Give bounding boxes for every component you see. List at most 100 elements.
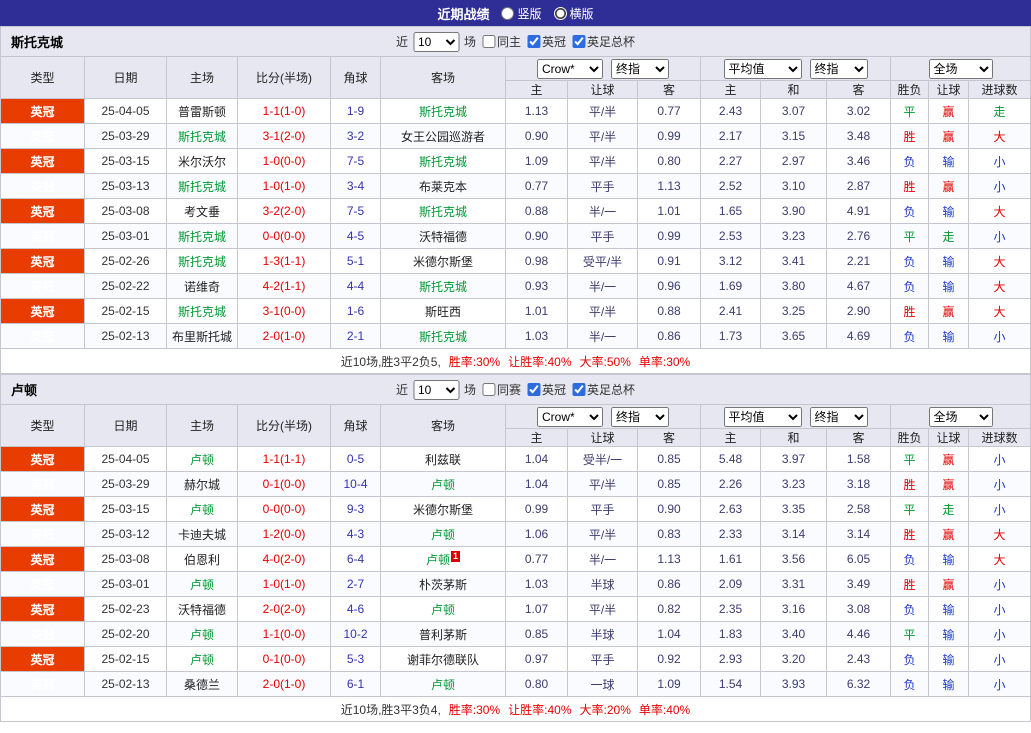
result-winloss: 平 — [890, 621, 929, 647]
championship-checkbox[interactable] — [527, 35, 541, 48]
filter-championship[interactable]: 英冠 — [523, 33, 566, 50]
odds-company-select[interactable]: Crow* — [537, 58, 603, 79]
avg-away-odds: 3.46 — [826, 148, 891, 174]
avg-time-select[interactable]: 终指 — [809, 406, 868, 427]
table-row: 英冠 25-03-12 卡迪夫城 1-2(0-0) 4-3 卢顿 1.06 平/… — [0, 521, 1031, 547]
fulltime-select[interactable]: 全场 — [928, 58, 993, 79]
section-header: 卢顿 近 10 场 同赛 英冠 英足总杯 — [0, 374, 1031, 404]
table-row: 英冠 25-02-26 斯托克城 1-3(1-1) 5-1 米德尔斯堡 0.98… — [0, 248, 1031, 274]
result-goals: 大 — [968, 273, 1031, 299]
handicap-time-select[interactable]: 终指 — [611, 406, 669, 427]
result-winloss: 平 — [890, 446, 929, 472]
handicap-line: 半球 — [567, 621, 638, 647]
col-avg-draw: 和 — [760, 80, 827, 99]
same-checkbox[interactable] — [481, 383, 495, 396]
summary-record: 近10场,胜3平3负4, — [340, 702, 441, 717]
fulltime-select[interactable]: 全场 — [928, 406, 993, 427]
col-home: 主场 — [166, 404, 238, 447]
result-goals: 小 — [968, 671, 1031, 697]
away-team: 米德尔斯堡 — [380, 248, 506, 274]
col-handicap-home: 主 — [505, 80, 568, 99]
avg-time-select[interactable]: 终指 — [809, 58, 868, 79]
avg-home-odds: 1.61 — [700, 546, 761, 572]
handicap-away-odds: 1.09 — [637, 671, 701, 697]
result-goals: 大 — [968, 298, 1031, 324]
filter-same[interactable]: 同主 — [478, 33, 521, 50]
layout-horizontal-option[interactable]: 横版 — [553, 5, 594, 22]
avg-away-odds: 4.67 — [826, 273, 891, 299]
corners: 4-5 — [330, 223, 381, 249]
result-handicap: 赢 — [928, 173, 969, 199]
league-badge: 英冠 — [0, 596, 85, 622]
summary-win-rate: 胜率:30% — [448, 702, 501, 717]
same-checkbox[interactable] — [481, 35, 495, 48]
avg-draw-odds: 3.23 — [760, 471, 827, 497]
away-team: 谢菲尔德联队 — [380, 646, 506, 672]
layout-vertical-option[interactable]: 竖版 — [501, 5, 542, 22]
handicap-away-odds: 0.82 — [637, 596, 701, 622]
match-date: 25-03-12 — [84, 521, 167, 547]
league-badge: 英冠 — [0, 273, 85, 299]
handicap-away-odds: 0.86 — [637, 571, 701, 597]
score-halftime: 1-2(0-0) — [237, 521, 331, 547]
result-goals: 大 — [968, 521, 1031, 547]
league-badge: 英冠 — [0, 198, 85, 224]
league-badge: 英冠 — [0, 148, 85, 174]
avg-draw-odds: 3.16 — [760, 596, 827, 622]
handicap-away-odds: 1.01 — [637, 198, 701, 224]
col-type: 类型 — [0, 404, 85, 447]
filter-same[interactable]: 同赛 — [478, 381, 521, 398]
result-winloss: 负 — [890, 148, 929, 174]
fa-cup-checkbox[interactable] — [572, 35, 586, 48]
score-halftime: 4-2(1-1) — [237, 273, 331, 299]
home-team: 斯托克城 — [166, 298, 238, 324]
league-badge: 英冠 — [0, 446, 85, 472]
home-team: 斯托克城 — [166, 248, 238, 274]
handicap-time-select[interactable]: 终指 — [611, 58, 669, 79]
result-goals: 走 — [968, 98, 1031, 124]
fulltime-dropdown: 全场 — [890, 56, 1031, 81]
result-winloss: 负 — [890, 323, 929, 349]
filter-fa-cup[interactable]: 英足总杯 — [568, 381, 635, 398]
result-handicap: 输 — [928, 273, 969, 299]
avg-home-odds: 1.83 — [700, 621, 761, 647]
horizontal-radio[interactable] — [553, 6, 567, 20]
handicap-line: 受半/一 — [567, 446, 638, 472]
score-halftime: 1-0(1-0) — [237, 571, 331, 597]
home-team: 斯托克城 — [166, 123, 238, 149]
avg-source-select[interactable]: 平均值 — [723, 406, 802, 427]
handicap-line: 半/一 — [567, 546, 638, 572]
col-avg-home: 主 — [700, 428, 761, 447]
odds-company-select[interactable]: Crow* — [537, 406, 603, 427]
table-row: 英冠 25-03-29 赫尔城 0-1(0-0) 10-4 卢顿 1.04 平/… — [0, 471, 1031, 497]
result-handicap: 输 — [928, 323, 969, 349]
col-date: 日期 — [84, 404, 167, 447]
league-badge: 英冠 — [0, 571, 85, 597]
avg-home-odds: 2.53 — [700, 223, 761, 249]
fa-cup-checkbox[interactable] — [572, 383, 586, 396]
summary-handicap-rate: 让胜率:40% — [508, 702, 572, 717]
col-handicap-result: 让球 — [928, 428, 969, 447]
handicap-home-odds: 0.77 — [505, 546, 568, 572]
result-winloss: 负 — [890, 273, 929, 299]
handicap-away-odds: 0.83 — [637, 521, 701, 547]
avg-home-odds: 1.65 — [700, 198, 761, 224]
vertical-radio[interactable] — [501, 6, 515, 20]
avg-home-odds: 2.27 — [700, 148, 761, 174]
result-winloss: 胜 — [890, 298, 929, 324]
match-count-select[interactable]: 10 — [412, 31, 459, 52]
filter-fa-cup[interactable]: 英足总杯 — [568, 33, 635, 50]
home-team: 普雷斯顿 — [166, 98, 238, 124]
match-date: 25-02-13 — [84, 323, 167, 349]
match-count-select[interactable]: 10 — [412, 379, 459, 400]
championship-checkbox[interactable] — [527, 383, 541, 396]
avg-source-select[interactable]: 平均值 — [723, 58, 802, 79]
handicap-home-odds: 1.13 — [505, 98, 568, 124]
away-team: 沃特福德 — [380, 223, 506, 249]
home-team: 诺维奇 — [166, 273, 238, 299]
filter-championship[interactable]: 英冠 — [523, 381, 566, 398]
team-name: 斯托克城 — [11, 35, 64, 50]
handicap-home-odds: 0.85 — [505, 621, 568, 647]
corners: 4-6 — [330, 596, 381, 622]
score-halftime: 2-0(1-0) — [237, 671, 331, 697]
